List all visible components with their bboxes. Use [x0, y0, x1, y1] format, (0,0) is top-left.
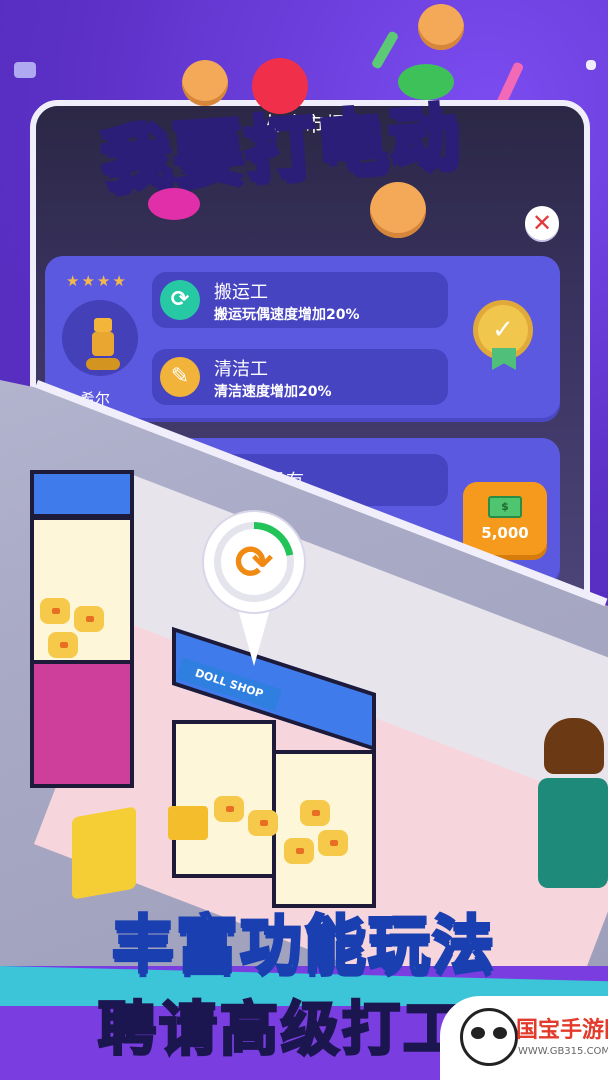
- coin-icon: [418, 4, 464, 50]
- magenta-button-icon: [148, 188, 200, 220]
- broom-icon: ✎: [160, 357, 200, 397]
- worker-stars: ★★★★: [66, 272, 128, 290]
- panda-logo-icon: [460, 1008, 518, 1066]
- skill-cleaner: ✎ 清洁工 清洁速度增加20%: [152, 349, 448, 405]
- skill-porter: ⟳ 搬运工 搬运玩偶速度增加20%: [152, 272, 448, 328]
- wet-floor-sign: [72, 806, 136, 900]
- skill-desc: 搬运玩偶速度增加20%: [214, 307, 360, 323]
- watermark-name: 国宝手游网: [516, 1018, 608, 1043]
- bucket: [168, 806, 208, 840]
- check-badge-icon: ✓: [478, 305, 528, 355]
- refresh-icon: ⟳: [234, 535, 274, 589]
- skill-name: 清洁工: [214, 359, 268, 380]
- confetti: [586, 60, 596, 70]
- watermark-url: WWW.GB315.COM: [518, 1046, 608, 1057]
- skill-desc: 清洁速度增加20%: [214, 384, 332, 400]
- close-button[interactable]: ✕: [525, 206, 559, 240]
- feature-banner: 丰富功能玩法: [0, 888, 608, 983]
- coin-icon: [182, 60, 228, 106]
- cash-icon: $: [488, 496, 522, 518]
- green-button-icon: [398, 64, 454, 100]
- skill-name: 搬运工: [214, 282, 268, 303]
- confetti: [14, 62, 36, 78]
- coin-icon: [370, 182, 426, 238]
- hire-price: 5,000: [481, 524, 529, 542]
- feature-banner-text: 丰富功能玩法: [110, 907, 496, 983]
- player-character[interactable]: [538, 718, 608, 888]
- close-icon: ✕: [531, 209, 553, 237]
- refresh-icon: ⟳: [160, 280, 200, 320]
- robot-worker-icon: [86, 318, 120, 376]
- red-ball-icon: [252, 58, 308, 114]
